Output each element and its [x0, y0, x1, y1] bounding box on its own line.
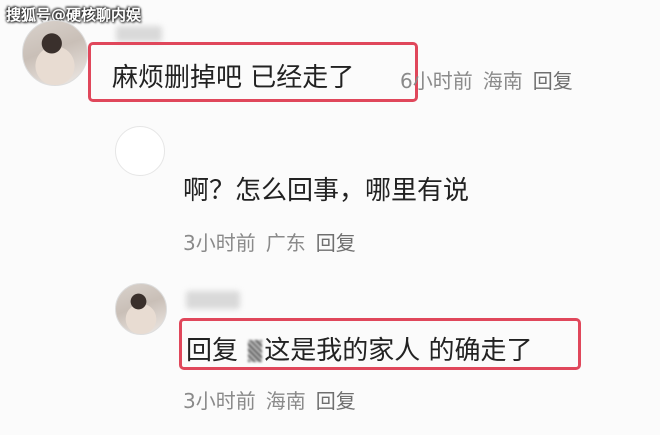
- reply-button[interactable]: 回复: [316, 389, 356, 413]
- reply-button[interactable]: 回复: [316, 231, 356, 255]
- avatar[interactable]: [115, 126, 165, 176]
- comment-time: 6小时前: [400, 69, 473, 93]
- comment-meta: 6小时前 海南 回复: [400, 65, 583, 94]
- reply-button[interactable]: 回复: [533, 69, 573, 93]
- comment-meta: 3小时前 广东 回复: [183, 227, 366, 256]
- comment-location: 海南: [482, 69, 523, 93]
- comment-location: 海南: [265, 389, 306, 413]
- comment-text: 麻烦删掉吧 已经走了: [112, 63, 355, 93]
- comment-location: 广东: [265, 231, 306, 255]
- username-blurred: [116, 26, 162, 42]
- comment-text: 啊？怎么回事，哪里有说: [183, 176, 470, 206]
- avatar[interactable]: [22, 20, 88, 86]
- comment-time: 3小时前: [183, 389, 256, 413]
- comment-text: 回复 这是我的家人 的确走了: [186, 330, 533, 367]
- reply-body: 这是我的家人 的确走了: [264, 336, 533, 366]
- comment-time: 3小时前: [183, 231, 256, 255]
- censored-mention: [248, 340, 263, 362]
- watermark: 搜狐号@硬核聊内娱: [6, 6, 142, 24]
- avatar[interactable]: [115, 283, 167, 335]
- username-blurred: [186, 291, 240, 309]
- reply-prefix: 回复: [186, 336, 239, 366]
- comment-meta: 3小时前 海南 回复: [183, 385, 366, 414]
